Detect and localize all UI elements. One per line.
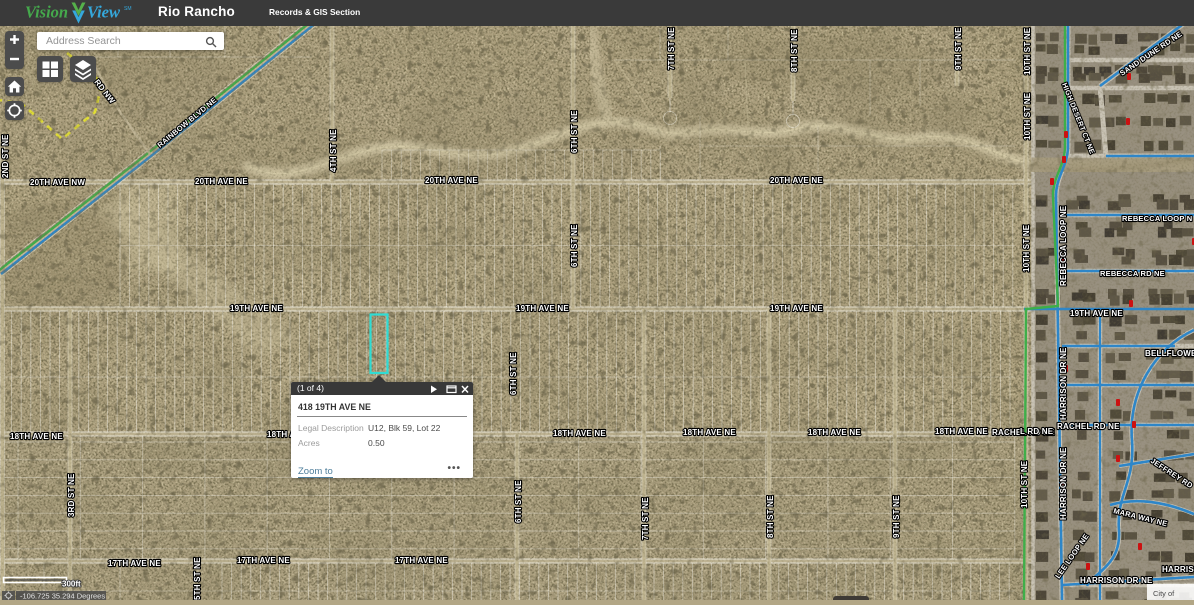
svg-text:10TH ST NE: 10TH ST NE [1022, 224, 1031, 272]
svg-text:20TH AVE NW: 20TH AVE NW [30, 178, 85, 187]
svg-text:19TH AVE NE: 19TH AVE NE [230, 304, 283, 313]
svg-text:RACHEL RD NE: RACHEL RD NE [1057, 422, 1120, 431]
svg-text:10TH ST NE: 10TH ST NE [1020, 460, 1029, 508]
svg-text:REBECCA RD NE: REBECCA RD NE [1100, 269, 1165, 278]
svg-text:20TH AVE NE: 20TH AVE NE [195, 177, 248, 186]
svg-text:L RD NE: L RD NE [1020, 427, 1054, 436]
svg-text:9TH ST NE: 9TH ST NE [892, 495, 901, 538]
svg-text:18TH AVE NE: 18TH AVE NE [553, 429, 606, 438]
svg-text:View: View [87, 3, 121, 22]
svg-text:20TH AVE NE: 20TH AVE NE [425, 176, 478, 185]
svg-text:19TH AVE NE: 19TH AVE NE [770, 304, 823, 313]
svg-text:REBECCA LOOP N: REBECCA LOOP N [1122, 214, 1192, 223]
svg-text:6TH ST NE: 6TH ST NE [514, 480, 523, 523]
svg-text:7TH ST NE: 7TH ST NE [641, 497, 650, 540]
svg-text:8TH ST NE: 8TH ST NE [766, 495, 775, 538]
svg-text:3RD ST NE: 3RD ST NE [67, 473, 76, 517]
svg-text:17TH AVE NE: 17TH AVE NE [108, 559, 161, 568]
svg-text:Vision: Vision [25, 3, 68, 22]
svg-text:18TH AVE NE: 18TH AVE NE [935, 427, 988, 436]
svg-text:6TH ST NE: 6TH ST NE [509, 352, 518, 395]
svg-text:17TH AVE NE: 17TH AVE NE [237, 556, 290, 565]
svg-text:2ND ST NE: 2ND ST NE [1, 134, 10, 178]
svg-text:9TH ST NE: 9TH ST NE [954, 27, 963, 70]
svg-text:8TH ST NE: 8TH ST NE [790, 29, 799, 72]
svg-text:18TH AVE NE: 18TH AVE NE [683, 428, 736, 437]
svg-text:-106.725 35.294 Degrees: -106.725 35.294 Degrees [20, 592, 105, 601]
svg-text:6TH ST NE: 6TH ST NE [570, 110, 579, 153]
svg-text:SM: SM [124, 6, 132, 12]
svg-text:HARRISON DR NE: HARRISON DR NE [1080, 576, 1153, 585]
svg-text:HARRISON DR NE: HARRISON DR NE [1059, 347, 1068, 420]
svg-text:18TH AVE NE: 18TH AVE NE [10, 432, 63, 441]
svg-text:City of: City of [1153, 589, 1175, 598]
svg-text:19TH AVE NE: 19TH AVE NE [516, 304, 569, 313]
svg-text:19TH AVE NE: 19TH AVE NE [1070, 309, 1123, 318]
svg-text:10TH ST NE: 10TH ST NE [1023, 27, 1032, 75]
svg-text:HARRISON DR NE: HARRISON DR NE [1059, 447, 1068, 520]
svg-text:REBECCA LOOP NE: REBECCA LOOP NE [1059, 205, 1068, 286]
svg-text:7TH ST NE: 7TH ST NE [667, 27, 676, 70]
svg-text:4TH ST NE: 4TH ST NE [329, 129, 338, 172]
svg-text:BELLFLOWE: BELLFLOWE [1145, 349, 1194, 358]
svg-text:10TH ST NE: 10TH ST NE [1023, 92, 1032, 140]
svg-text:20TH AVE NE: 20TH AVE NE [770, 176, 823, 185]
svg-text:18TH AVE NE: 18TH AVE NE [808, 428, 861, 437]
svg-text:6TH ST NE: 6TH ST NE [570, 224, 579, 267]
svg-text:300ft: 300ft [62, 580, 81, 589]
svg-text:17TH AVE NE: 17TH AVE NE [395, 556, 448, 565]
svg-text:5TH ST NE: 5TH ST NE [193, 557, 202, 600]
svg-text:HARRISO: HARRISO [1162, 565, 1194, 574]
